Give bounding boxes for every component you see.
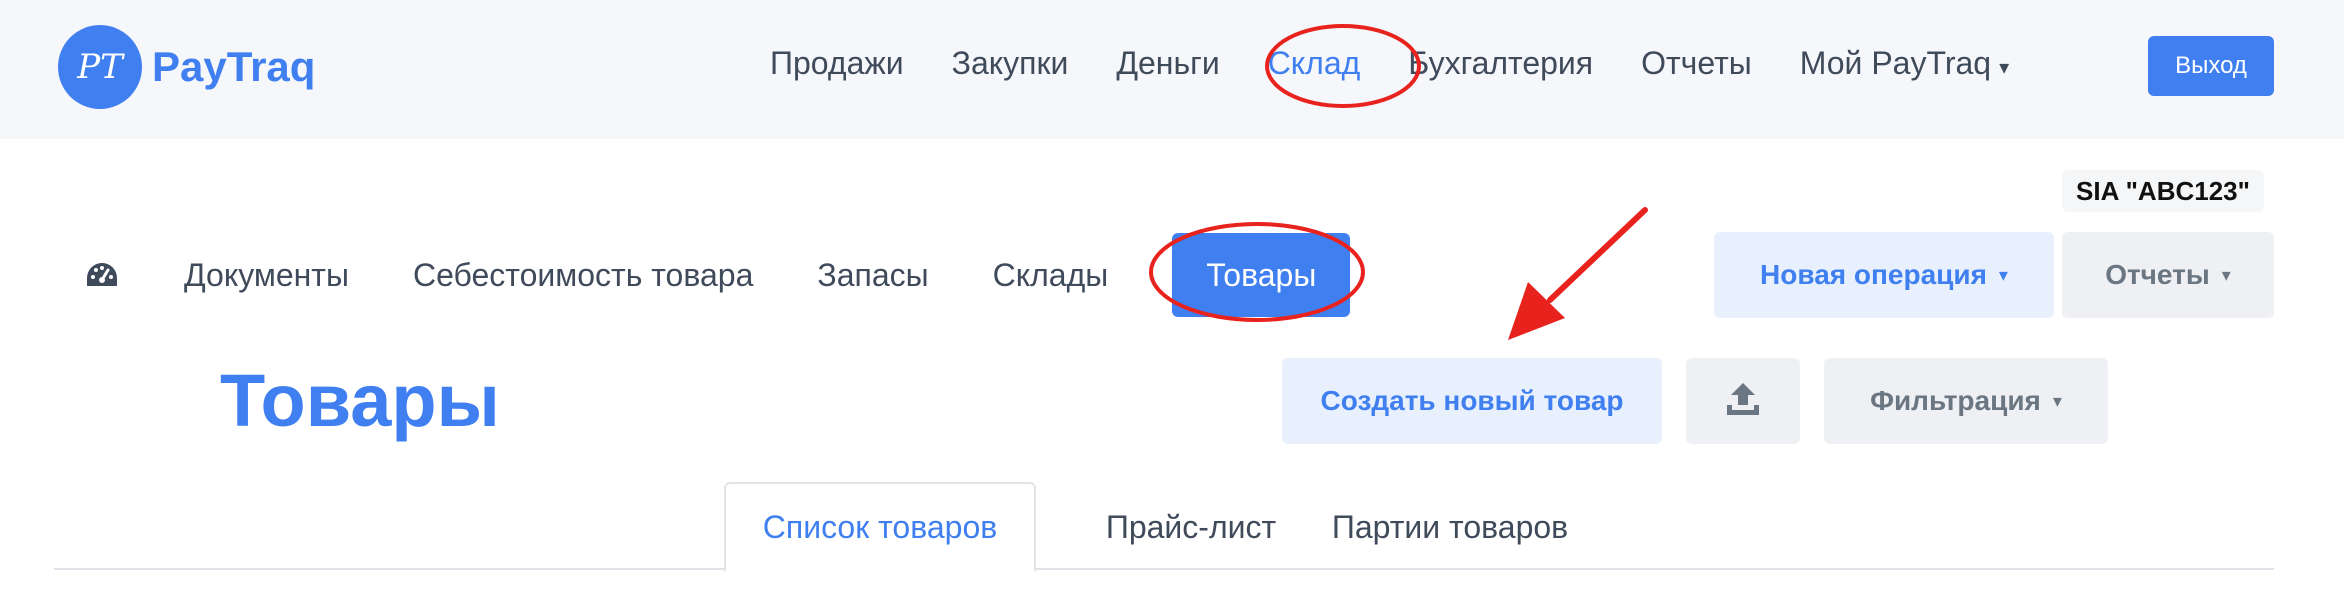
my-paytraq-label: Мой PayTraq	[1799, 45, 1992, 81]
nav-item-accounting[interactable]: Бухгалтерия	[1408, 45, 1593, 82]
top-bar: PT PayTraq Продажи Закупки Деньги Склад …	[0, 0, 2344, 139]
tab-product-list[interactable]: Список товаров	[724, 482, 1036, 572]
subnav-item-products[interactable]: Товары	[1172, 233, 1351, 317]
dashboard-gauge-icon[interactable]	[84, 260, 124, 290]
create-product-button[interactable]: Создать новый товар	[1282, 358, 1662, 444]
nav-item-sales[interactable]: Продажи	[770, 45, 904, 82]
new-operation-button[interactable]: Новая операция ▾	[1714, 232, 2054, 318]
reports-label: Отчеты	[2105, 259, 2210, 290]
tab-price-list[interactable]: Прайс-лист	[1066, 482, 1316, 572]
subnav-item-cost[interactable]: Себестоимость товара	[413, 257, 753, 294]
page-title: Товары	[220, 359, 500, 442]
nav-item-reports[interactable]: Отчеты	[1641, 45, 1752, 82]
filter-label: Фильтрация	[1870, 385, 2041, 416]
main-nav: Продажи Закупки Деньги Склад Бухгалтерия…	[770, 45, 2057, 82]
subnav-item-stock[interactable]: Запасы	[817, 257, 928, 294]
paytraq-logo[interactable]: PT PayTraq	[58, 25, 315, 109]
chevron-down-icon: ▾	[1998, 264, 2008, 285]
company-badge[interactable]: SIA "ABC123"	[2062, 170, 2264, 212]
subnav-item-documents[interactable]: Документы	[184, 257, 349, 294]
tab-product-batches[interactable]: Партии товаров	[1300, 482, 1600, 572]
upload-button[interactable]	[1686, 358, 1800, 444]
annotation-arrow-head	[1508, 282, 1565, 340]
nav-item-warehouse[interactable]: Склад	[1268, 45, 1361, 82]
logout-button[interactable]: Выход	[2148, 36, 2274, 96]
chevron-down-icon: ▾	[2052, 390, 2062, 411]
nav-item-money[interactable]: Деньги	[1116, 45, 1219, 82]
logo-mark: PT	[58, 25, 142, 109]
reports-dropdown-button[interactable]: Отчеты ▾	[2062, 232, 2274, 318]
nav-item-purchases[interactable]: Закупки	[952, 45, 1069, 82]
filter-dropdown-button[interactable]: Фильтрация ▾	[1824, 358, 2108, 444]
product-tabs: Список товаров Прайс-лист Партии товаров	[54, 482, 2274, 572]
upload-icon	[1723, 379, 1763, 424]
logo-text: PayTraq	[152, 43, 316, 90]
annotation-arrow-shaft	[1547, 207, 1648, 303]
sub-nav: Документы Себестоимость товара Запасы Ск…	[84, 232, 1351, 318]
chevron-down-icon: ▾	[1999, 57, 2010, 79]
nav-item-my-paytraq[interactable]: Мой PayTraq ▾	[1800, 45, 2009, 82]
chevron-down-icon: ▾	[2221, 264, 2231, 285]
new-operation-label: Новая операция	[1760, 259, 1987, 290]
subnav-item-warehouses[interactable]: Склады	[993, 257, 1109, 294]
